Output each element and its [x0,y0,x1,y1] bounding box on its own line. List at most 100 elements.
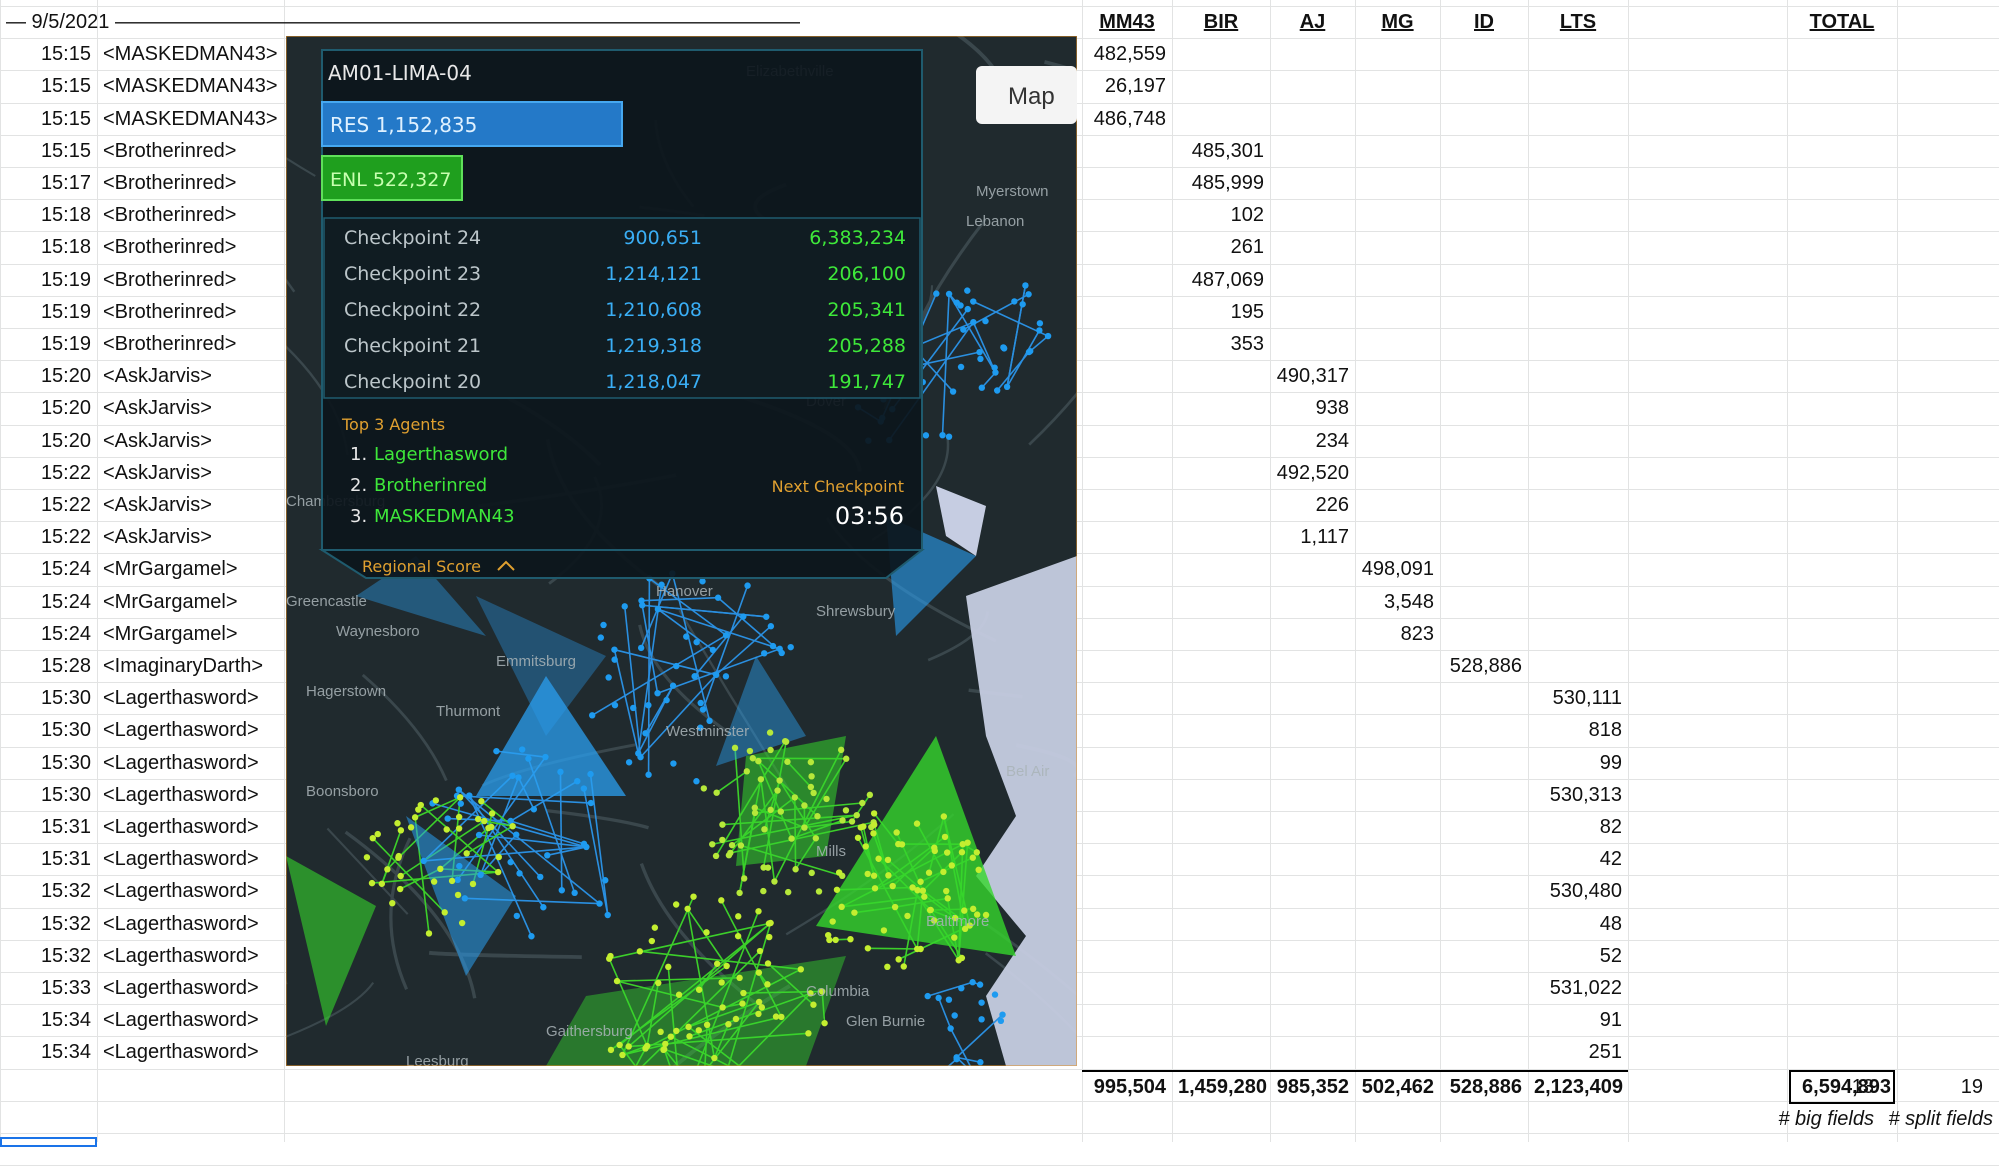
value-cell[interactable]: 482,559 [1082,38,1172,70]
time-cell[interactable]: 15:32 [0,940,97,972]
time-cell[interactable]: 15:20 [0,360,97,392]
agent-cell[interactable]: <ImaginaryDarth> [97,650,297,682]
agent-cell[interactable]: <MrGargamel> [97,586,297,618]
agent-cell[interactable]: <AskJarvis> [97,360,297,392]
value-cell[interactable]: 226 [1270,489,1355,521]
agent-cell[interactable]: <Lagerthasword> [97,972,297,1004]
agent-cell[interactable]: <Brotherinred> [97,328,297,360]
time-cell[interactable]: 15:31 [0,811,97,843]
value-cell[interactable]: 486,748 [1082,103,1172,135]
time-cell[interactable]: 15:30 [0,682,97,714]
agent-cell[interactable]: <Brotherinred> [97,231,297,263]
value-cell[interactable]: 48 [1528,908,1628,940]
big-fields-label[interactable]: # big fields [1760,1103,1880,1135]
agent-cell[interactable]: <MrGargamel> [97,618,297,650]
time-cell[interactable]: 15:28 [0,650,97,682]
time-cell[interactable]: 15:30 [0,779,97,811]
total-cell-lts[interactable]: 2,123,409 [1528,1071,1628,1103]
selected-cell[interactable] [0,1137,97,1147]
agent-cell[interactable]: <Brotherinred> [97,199,297,231]
value-cell[interactable]: 1,117 [1270,521,1355,553]
value-cell[interactable]: 261 [1172,231,1270,263]
column-header-mm43[interactable]: MM43 [1082,6,1172,38]
time-cell[interactable]: 15:24 [0,553,97,585]
column-header-aj[interactable]: AJ [1270,6,1355,38]
agent-cell[interactable]: <Lagerthasword> [97,747,297,779]
regional-score-label[interactable]: Regional Score [362,557,481,576]
split-fields-label[interactable]: # split fields [1870,1103,1999,1135]
time-cell[interactable]: 15:24 [0,618,97,650]
value-cell[interactable]: 353 [1172,328,1270,360]
value-cell[interactable]: 818 [1528,714,1628,746]
agent-cell[interactable]: <Lagerthasword> [97,714,297,746]
agent-cell[interactable]: <AskJarvis> [97,521,297,553]
time-cell[interactable]: 15:19 [0,296,97,328]
agent-cell[interactable]: <Brotherinred> [97,264,297,296]
agent-cell[interactable]: <Lagerthasword> [97,940,297,972]
value-cell[interactable]: 492,520 [1270,457,1355,489]
time-cell[interactable]: 15:19 [0,264,97,296]
time-cell[interactable]: 15:18 [0,199,97,231]
value-cell[interactable]: 195 [1172,296,1270,328]
value-cell[interactable]: 42 [1528,843,1628,875]
time-cell[interactable]: 15:15 [0,38,97,70]
value-cell[interactable]: 490,317 [1270,360,1355,392]
column-header-bir[interactable]: BIR [1172,6,1270,38]
time-cell[interactable]: 15:15 [0,70,97,102]
time-cell[interactable]: 15:20 [0,392,97,424]
time-cell[interactable]: 15:34 [0,1036,97,1068]
value-cell[interactable]: 91 [1528,1004,1628,1036]
agent-cell[interactable]: <Brotherinred> [97,135,297,167]
agent-cell[interactable]: <Lagerthasword> [97,811,297,843]
agent-cell[interactable]: <MASKEDMAN43> [97,103,297,135]
agent-cell[interactable]: <Brotherinred> [97,296,297,328]
agent-cell[interactable]: <Lagerthasword> [97,1036,297,1068]
time-cell[interactable]: 15:31 [0,843,97,875]
value-cell[interactable]: 498,091 [1355,553,1440,585]
total-cell-mg[interactable]: 502,462 [1355,1071,1440,1103]
time-cell[interactable]: 15:15 [0,135,97,167]
time-cell[interactable]: 15:33 [0,972,97,1004]
agent-cell[interactable]: <AskJarvis> [97,425,297,457]
map-button-label[interactable]: Map [1008,83,1055,110]
agent-cell[interactable]: <Lagerthasword> [97,779,297,811]
map-button[interactable]: Map [976,66,1077,124]
agent-cell[interactable]: <Lagerthasword> [97,843,297,875]
time-cell[interactable]: 15:15 [0,103,97,135]
value-cell[interactable]: 530,313 [1528,779,1628,811]
time-cell[interactable]: 15:19 [0,328,97,360]
value-cell[interactable]: 3,548 [1355,586,1440,618]
value-cell[interactable]: 823 [1355,618,1440,650]
agent-cell[interactable]: <AskJarvis> [97,392,297,424]
value-cell[interactable]: 251 [1528,1036,1628,1068]
column-header-mg[interactable]: MG [1355,6,1440,38]
value-cell[interactable]: 938 [1270,392,1355,424]
value-cell[interactable]: 82 [1528,811,1628,843]
time-cell[interactable]: 15:22 [0,457,97,489]
agent-cell[interactable]: <Lagerthasword> [97,1004,297,1036]
time-cell[interactable]: 15:24 [0,586,97,618]
agent-cell[interactable]: <MASKEDMAN43> [97,70,297,102]
value-cell[interactable]: 485,999 [1172,167,1270,199]
agent-cell[interactable]: <Lagerthasword> [97,908,297,940]
time-cell[interactable]: 15:18 [0,231,97,263]
value-cell[interactable]: 52 [1528,940,1628,972]
time-cell[interactable]: 15:34 [0,1004,97,1036]
agent-cell[interactable]: <MrGargamel> [97,553,297,585]
total-cell-bir[interactable]: 1,459,280 [1172,1071,1270,1103]
agent-cell[interactable]: <Lagerthasword> [97,875,297,907]
time-cell[interactable]: 15:22 [0,489,97,521]
column-header-id[interactable]: ID [1440,6,1528,38]
agent-cell[interactable]: <Brotherinred> [97,167,297,199]
value-cell[interactable]: 26,197 [1082,70,1172,102]
value-cell[interactable]: 530,480 [1528,875,1628,907]
time-cell[interactable]: 15:30 [0,714,97,746]
value-cell[interactable]: 531,022 [1528,972,1628,1004]
value-cell[interactable]: 234 [1270,425,1355,457]
date-header-cell[interactable]: — 9/5/2021 —————————————————————————————… [0,6,800,38]
total-cell-mm43[interactable]: 995,504 [1082,1071,1172,1103]
value-cell[interactable]: 530,111 [1528,682,1628,714]
total-cell-aj[interactable]: 985,352 [1270,1071,1355,1103]
value-cell[interactable]: 487,069 [1172,264,1270,296]
value-cell[interactable]: 528,886 [1440,650,1528,682]
